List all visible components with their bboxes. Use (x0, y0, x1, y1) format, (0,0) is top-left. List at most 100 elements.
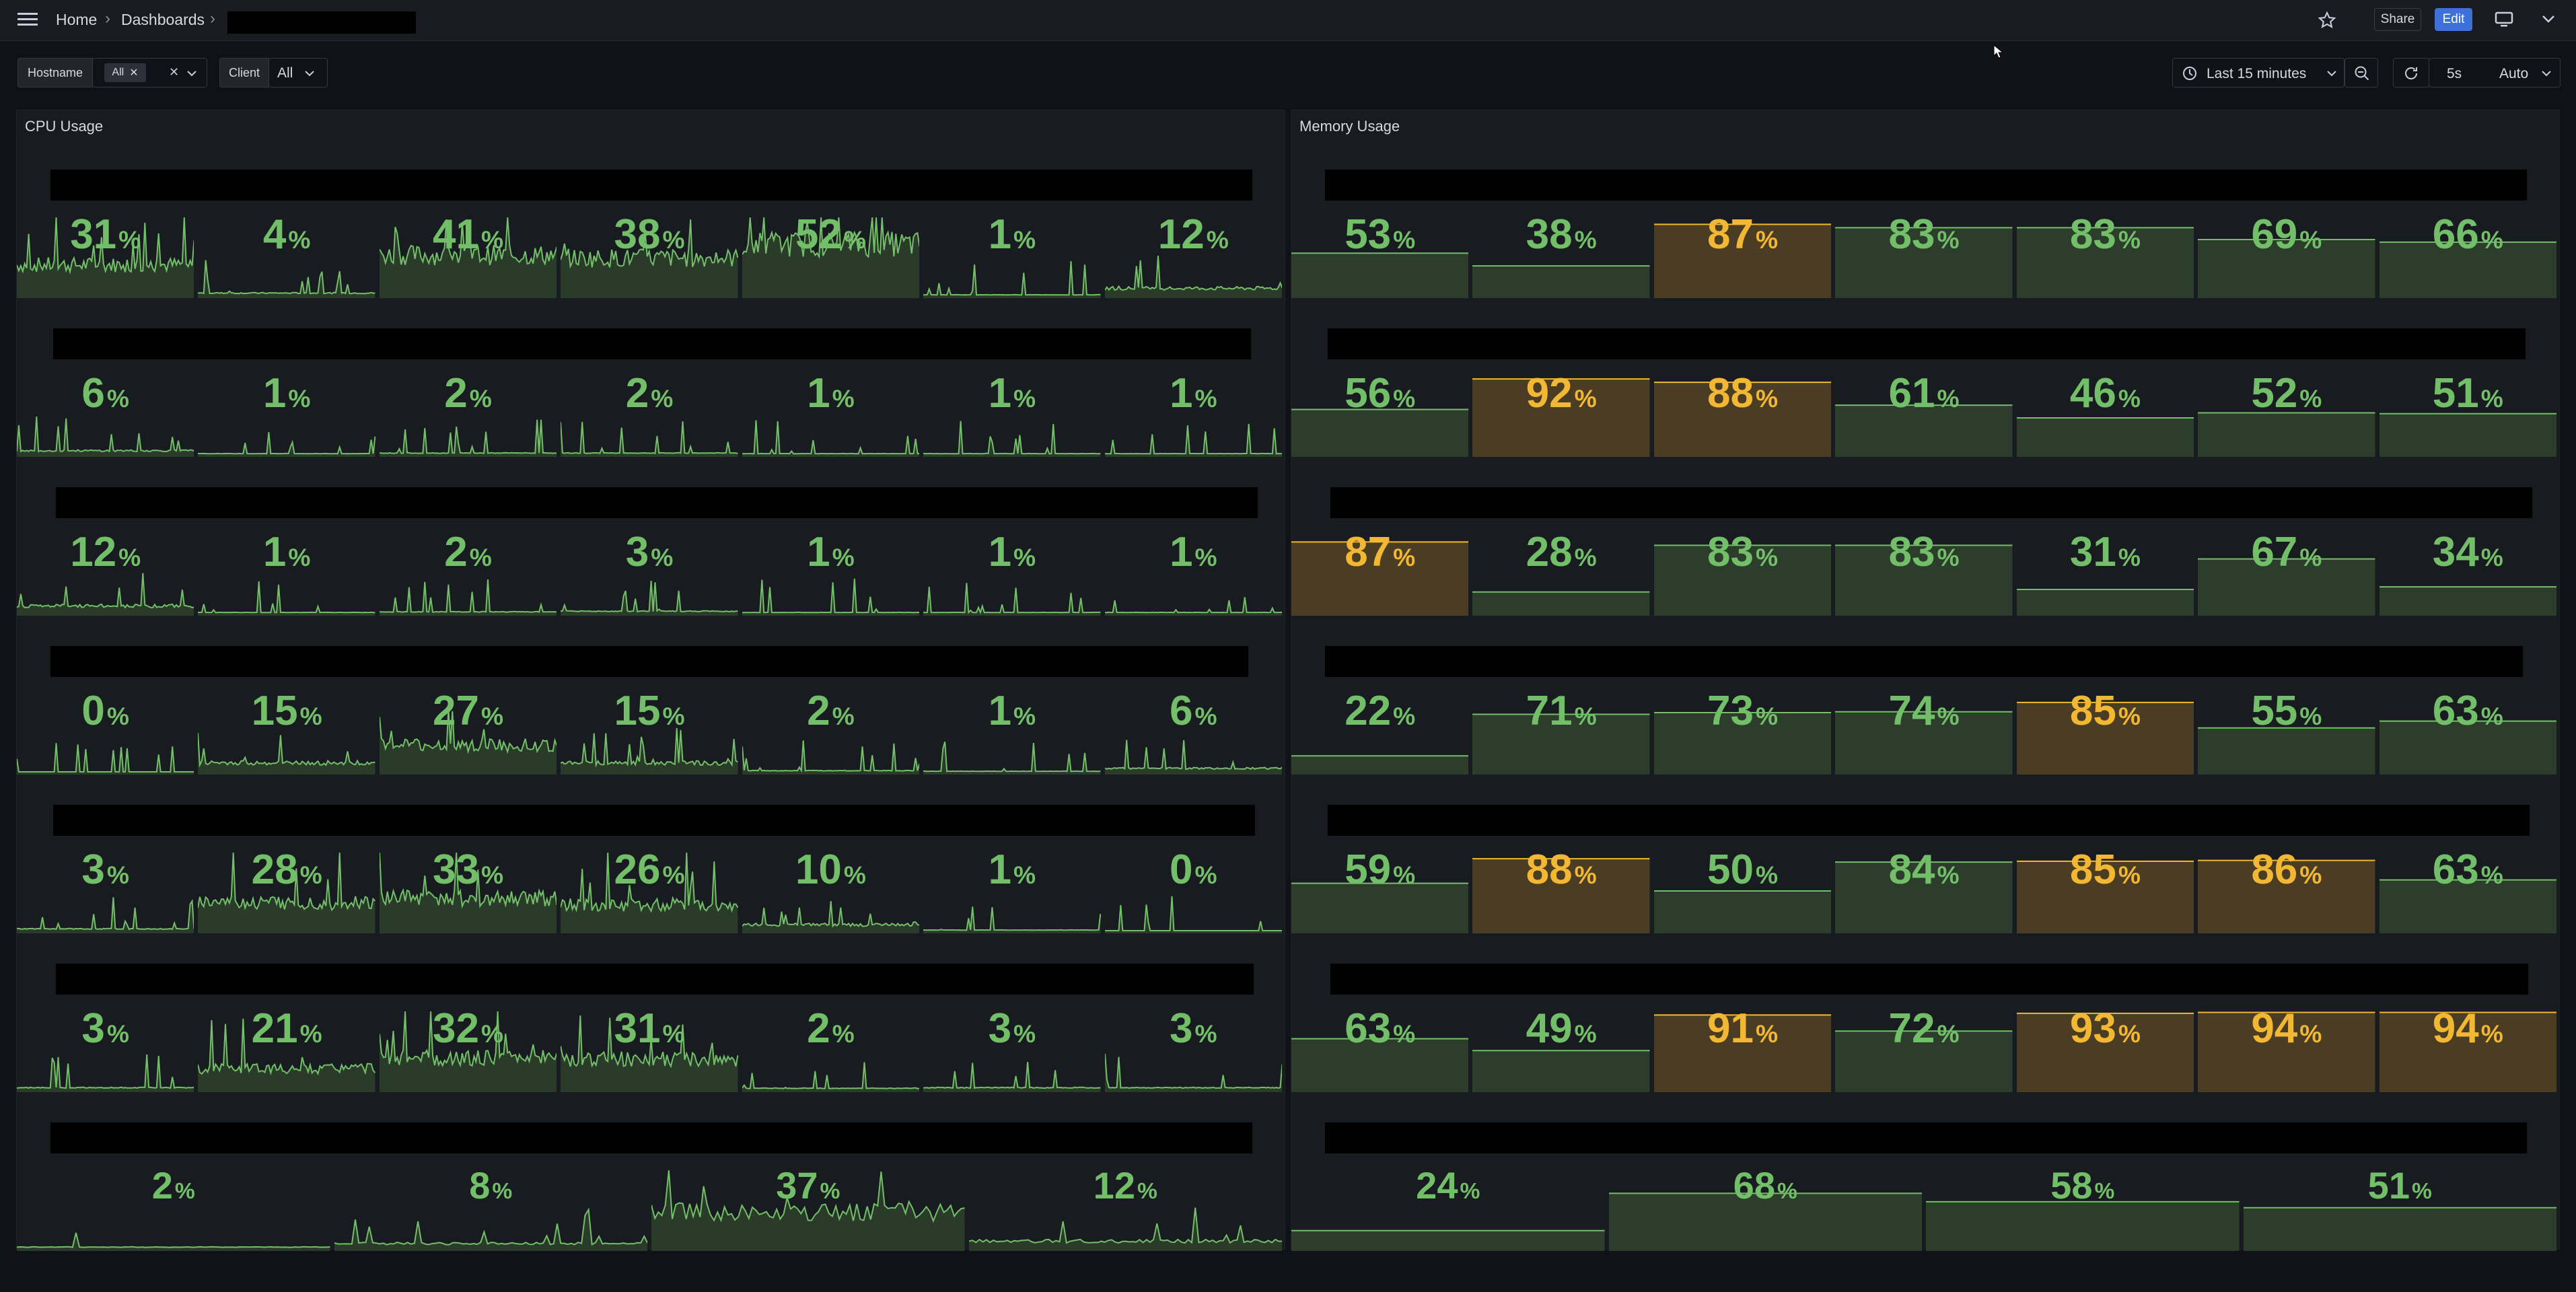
cpu-stat-cell[interactable]: 32% (379, 1003, 557, 1092)
memory-stat-cell[interactable]: 93% (2016, 1003, 2194, 1092)
refresh-button[interactable] (2393, 58, 2429, 87)
memory-stat-cell[interactable]: 67% (2198, 527, 2375, 616)
cpu-stat-cell[interactable]: 31% (17, 209, 194, 298)
cpu-stat-cell[interactable]: 26% (561, 845, 738, 933)
client-variable-select[interactable]: All (269, 58, 328, 87)
memory-stat-cell[interactable]: 53% (1291, 209, 1469, 298)
memory-stat-cell[interactable]: 51% (2379, 368, 2556, 457)
cpu-stat-cell[interactable]: 1% (198, 527, 375, 616)
cpu-stat-cell[interactable]: 52% (742, 209, 920, 298)
cpu-stat-cell[interactable]: 1% (923, 368, 1101, 457)
cpu-stat-cell[interactable]: 38% (561, 209, 738, 298)
memory-stat-cell[interactable]: 66% (2379, 209, 2556, 298)
cpu-stat-cell[interactable]: 15% (561, 686, 738, 775)
cpu-stat-cell[interactable]: 37% (651, 1162, 965, 1251)
cpu-stat-cell[interactable]: 0% (1104, 845, 1282, 933)
memory-stat-cell[interactable]: 24% (1291, 1162, 1605, 1251)
cpu-stat-cell[interactable]: 2% (17, 1162, 330, 1251)
remove-chip-icon[interactable]: ✕ (129, 66, 138, 79)
cpu-stat-cell[interactable]: 1% (923, 527, 1101, 616)
cpu-stat-cell[interactable]: 31% (561, 1003, 738, 1092)
cpu-stat-cell[interactable]: 41% (379, 209, 557, 298)
memory-stat-cell[interactable]: 94% (2379, 1003, 2556, 1092)
memory-stat-cell[interactable]: 83% (1835, 527, 2013, 616)
cpu-stat-cell[interactable]: 2% (742, 1003, 920, 1092)
memory-stat-cell[interactable]: 63% (1291, 1003, 1469, 1092)
cpu-stat-cell[interactable]: 6% (1104, 686, 1282, 775)
chevron-down-icon[interactable] (186, 69, 197, 77)
memory-stat-cell[interactable]: 38% (1472, 209, 1650, 298)
cpu-stat-cell[interactable]: 12% (17, 527, 194, 616)
cpu-stat-cell[interactable]: 15% (198, 686, 375, 775)
star-icon[interactable] (2318, 11, 2336, 30)
memory-stat-cell[interactable]: 72% (1835, 1003, 2013, 1092)
breadcrumb-home[interactable]: Home (56, 11, 97, 29)
memory-stat-cell[interactable]: 92% (1472, 368, 1650, 457)
breadcrumb-dashboards[interactable]: Dashboards (121, 11, 205, 29)
memory-stat-cell[interactable]: 83% (1835, 209, 2013, 298)
cpu-stat-cell[interactable]: 1% (1104, 527, 1282, 616)
menu-icon[interactable] (17, 11, 38, 28)
memory-usage-panel[interactable]: Memory Usage 53% 38% 87% 83% 83% 69% 66% 56% 92%… (1291, 110, 2560, 1251)
memory-stat-cell[interactable]: 73% (1653, 686, 1832, 775)
memory-stat-cell[interactable]: 69% (2198, 209, 2375, 298)
memory-stat-cell[interactable]: 63% (2379, 845, 2556, 933)
time-range-picker[interactable]: Last 15 minutes (2172, 58, 2345, 87)
memory-stat-cell[interactable]: 46% (2016, 368, 2194, 457)
share-button[interactable]: Share (2374, 8, 2421, 31)
cpu-stat-cell[interactable]: 1% (1104, 368, 1282, 457)
memory-stat-cell[interactable]: 91% (1653, 1003, 1832, 1092)
cpu-stat-cell[interactable]: 3% (923, 1003, 1101, 1092)
cpu-stat-cell[interactable]: 1% (742, 368, 920, 457)
cpu-stat-cell[interactable]: 2% (379, 527, 557, 616)
cpu-stat-cell[interactable]: 3% (17, 845, 194, 933)
memory-stat-cell[interactable]: 71% (1472, 686, 1650, 775)
cpu-stat-cell[interactable]: 1% (923, 209, 1101, 298)
refresh-interval-picker[interactable]: 5s Auto (2429, 58, 2561, 87)
memory-stat-cell[interactable]: 86% (2198, 845, 2375, 933)
cpu-stat-cell[interactable]: 4% (198, 209, 375, 298)
memory-stat-cell[interactable]: 56% (1291, 368, 1469, 457)
cpu-stat-cell[interactable]: 2% (742, 686, 920, 775)
memory-stat-cell[interactable]: 83% (2016, 209, 2194, 298)
memory-stat-cell[interactable]: 74% (1835, 686, 2013, 775)
memory-stat-cell[interactable]: 59% (1291, 845, 1469, 933)
cpu-stat-cell[interactable]: 27% (379, 686, 557, 775)
cpu-stat-cell[interactable]: 33% (379, 845, 557, 933)
cpu-stat-cell[interactable]: 3% (17, 1003, 194, 1092)
hostname-variable-select[interactable]: All ✕ ✕ (92, 58, 207, 87)
memory-stat-cell[interactable]: 61% (1835, 368, 2013, 457)
memory-stat-cell[interactable]: 94% (2198, 1003, 2375, 1092)
chevron-down-icon[interactable] (304, 69, 315, 77)
cpu-stat-cell[interactable]: 21% (198, 1003, 375, 1092)
cpu-stat-cell[interactable]: 1% (923, 845, 1101, 933)
cpu-stat-cell[interactable]: 8% (334, 1162, 647, 1251)
memory-stat-cell[interactable]: 87% (1653, 209, 1832, 298)
memory-stat-cell[interactable]: 52% (2198, 368, 2375, 457)
memory-stat-cell[interactable]: 87% (1291, 527, 1469, 616)
cpu-stat-cell[interactable]: 12% (1104, 209, 1282, 298)
cpu-stat-cell[interactable]: 1% (742, 527, 920, 616)
cpu-stat-cell[interactable]: 10% (742, 845, 920, 933)
tv-mode-icon[interactable] (2495, 11, 2513, 28)
cpu-stat-cell[interactable]: 2% (561, 368, 738, 457)
cpu-stat-cell[interactable]: 3% (1104, 1003, 1282, 1092)
memory-stat-cell[interactable]: 88% (1653, 368, 1832, 457)
memory-stat-cell[interactable]: 22% (1291, 686, 1469, 775)
cpu-stat-cell[interactable]: 2% (379, 368, 557, 457)
memory-stat-cell[interactable]: 28% (1472, 527, 1650, 616)
memory-stat-cell[interactable]: 31% (2016, 527, 2194, 616)
memory-stat-cell[interactable]: 55% (2198, 686, 2375, 775)
chevron-down-icon[interactable] (2541, 13, 2556, 24)
memory-stat-cell[interactable]: 63% (2379, 686, 2556, 775)
memory-stat-cell[interactable]: 85% (2016, 686, 2194, 775)
hostname-selected-chip[interactable]: All ✕ (104, 63, 146, 82)
memory-stat-cell[interactable]: 84% (1835, 845, 2013, 933)
cpu-stat-cell[interactable]: 0% (17, 686, 194, 775)
memory-stat-cell[interactable]: 85% (2016, 845, 2194, 933)
memory-stat-cell[interactable]: 50% (1653, 845, 1832, 933)
cpu-stat-cell[interactable]: 12% (968, 1162, 1282, 1251)
memory-stat-cell[interactable]: 88% (1472, 845, 1650, 933)
memory-stat-cell[interactable]: 51% (2243, 1162, 2556, 1251)
cpu-stat-cell[interactable]: 28% (198, 845, 375, 933)
